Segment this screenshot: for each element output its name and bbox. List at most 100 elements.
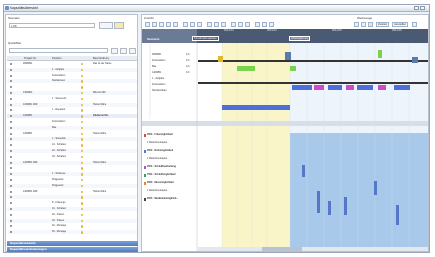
row-checkbox[interactable] [10,109,12,112]
list-item[interactable]: 1409851 Hiebel Nähe [7,132,137,136]
list-item[interactable] [7,195,137,200]
task-bar-blue-long[interactable] [222,105,290,110]
row-checkbox[interactable] [10,86,12,89]
row-checkbox[interactable] [10,115,12,118]
row-checkbox[interactable] [10,126,12,129]
scrollbar-thumb[interactable] [262,247,302,251]
list-item[interactable]: 1 - Repeatur [7,108,137,112]
row-checkbox[interactable] [10,173,12,176]
tool-select-button[interactable] [354,22,359,27]
task-bar-blue-3[interactable] [357,85,373,90]
list-item[interactable]: 1409851 R0Z Hiebel Nähe [7,160,137,165]
view-quarter-button[interactable] [166,22,171,27]
list-item[interactable]: 4899891 Das ist der Name [7,62,137,66]
task-bar-blue-2[interactable] [328,85,342,90]
scenario-edit-button[interactable] [114,22,124,29]
ausstellen-button[interactable]: Ausstellen [392,22,408,27]
resource-row-label[interactable]: 1 Maschinenkapaz... [147,141,197,145]
filter-apply-button[interactable] [111,48,118,54]
tool-extra-button[interactable] [412,22,417,27]
gantt-row-name[interactable]: Konstruktion [152,59,182,63]
resource-row-label[interactable]: 0000 - Werkbankmöglichk... [147,197,197,201]
gantt-row-name[interactable]: 4899891 [152,53,182,57]
resource-row-label[interactable]: 0000 - Fräsmöglichkeit [147,133,197,137]
row-checkbox[interactable] [10,155,12,158]
section-kapazitaetsveraenderungen[interactable]: Kapazitätsveränderungen [7,247,138,252]
list-item[interactable]: 30 - Schalten [7,155,137,159]
row-checkbox[interactable] [10,167,12,170]
resource-row-label[interactable]: 1 Maschinenkapaz... [147,189,197,193]
row-checkbox[interactable] [10,92,12,94]
task-bar-blue-4[interactable] [394,85,410,90]
resource-row-label[interactable]: 0000 - Drehmöglichkeit [147,149,197,153]
list-item[interactable]: 1409801 R0Z Hiebel Nähe [7,102,137,107]
resource-row-label[interactable]: 1 Maschinenkapaz... [147,157,197,161]
task-bar-blue[interactable] [292,85,312,90]
row-checkbox[interactable] [10,138,12,141]
list-item[interactable]: 30 - Fräsen [7,218,137,223]
row-checkbox[interactable] [10,213,12,216]
list-item[interactable]: 1409804 Mlmont 600 [7,91,137,95]
list-item[interactable]: 1 - Aufgabe [7,67,137,72]
list-item[interactable]: 40 - Montage [7,224,137,228]
resource-row-label[interactable]: 2000 - Schleifbearbeitung [147,165,197,169]
row-checkbox[interactable] [10,179,12,181]
list-item[interactable]: 1 - Steuerlds [7,137,137,142]
row-checkbox[interactable] [10,144,12,147]
minimize-button[interactable] [414,6,419,10]
row-checkbox[interactable] [10,121,12,123]
row-checkbox[interactable] [10,150,12,152]
filter-clear-button[interactable] [120,48,127,54]
view-year-button[interactable] [173,22,178,27]
help-button[interactable] [269,22,274,27]
list-item[interactable]: Konstruktion [7,74,137,78]
view-week-button[interactable] [152,22,157,27]
collapse-button[interactable] [214,22,219,27]
row-checkbox[interactable] [10,161,12,164]
gantt-row-name[interactable]: Stückkostbau [152,89,182,93]
gantt-row-name[interactable]: 1409851 [152,71,182,75]
filter-options-button[interactable] [129,48,136,54]
zoom-fit-button[interactable] [197,22,202,27]
scenario-input[interactable]: LSB [9,23,95,28]
view-day-button[interactable] [145,22,150,27]
zuteilen-button[interactable]: Zuteilen [376,22,390,27]
quickfilter-input[interactable] [9,48,108,53]
row-checkbox[interactable] [10,68,12,71]
filter-button[interactable] [255,22,260,27]
resource-row-label[interactable]: 0000 - Messmöglichkeit [147,181,197,185]
gantt-row-name[interactable]: Konstruktion [152,83,182,87]
task-bar-green[interactable] [237,66,255,71]
close-button[interactable] [420,6,425,10]
expand-button[interactable] [207,22,212,27]
milestone-4[interactable] [412,57,418,63]
row-checkbox[interactable] [10,202,12,205]
row-checkbox[interactable] [10,219,12,222]
milestone-2[interactable] [285,52,291,60]
list-item[interactable]: 8 - Fräsungs [7,201,137,205]
list-item[interactable]: Prägewerk [7,178,137,182]
list-item[interactable]: Konstruktion [7,120,137,124]
tool-edit-button[interactable] [368,22,373,27]
list-item[interactable]: 1409851 Global rechts [7,114,137,119]
row-checkbox[interactable] [10,196,12,199]
row-checkbox[interactable] [10,80,12,83]
refresh-button[interactable] [221,22,226,27]
row-checkbox[interactable] [10,97,12,100]
resource-row-label[interactable]: 7000 - Schleifmöglichkeit [147,173,197,177]
list-item[interactable]: 1 - Steuerelm [7,97,137,101]
zoom-out-button[interactable] [190,22,195,27]
section-kapazitaetsbedarfe[interactable]: Kapazitätsbedarfe [7,241,138,246]
task-bar-magenta-2[interactable] [346,85,354,90]
scenario-select-button[interactable] [99,22,113,29]
col-header-position[interactable]: Position [52,57,62,60]
list-item[interactable] [7,85,137,89]
list-item[interactable] [7,166,137,170]
gantt-row-name[interactable]: Bau [152,65,182,69]
project-summary-bar[interactable] [198,60,428,62]
list-item[interactable]: 50 - Montage [7,230,137,235]
list-item[interactable]: 10 - Schalten [7,143,137,147]
task-bar-green-2[interactable] [290,66,296,71]
tool-move-button[interactable] [361,22,366,27]
row-checkbox[interactable] [10,190,12,193]
